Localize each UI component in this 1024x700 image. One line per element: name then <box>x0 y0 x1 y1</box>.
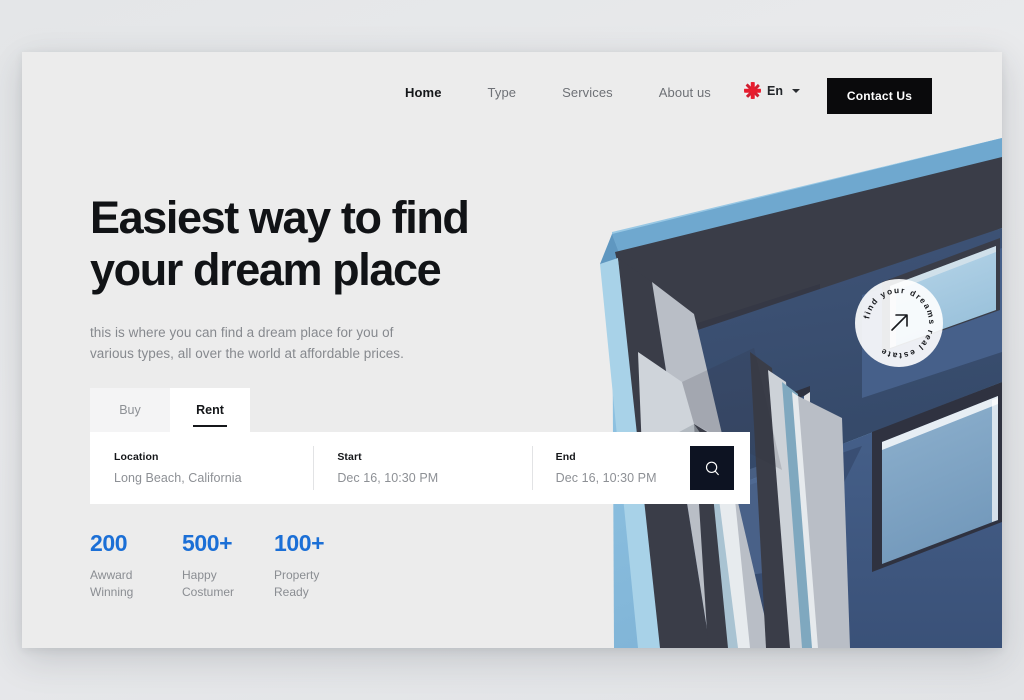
start-label: Start <box>337 451 362 463</box>
nav-item-services[interactable]: Services <box>539 85 636 100</box>
uk-flag-icon <box>744 82 761 99</box>
hero-section: Easiest way to find your dream place thi… <box>90 192 520 364</box>
stat-label: Happy Costumer <box>182 568 235 599</box>
tab-buy[interactable]: Buy <box>90 388 170 432</box>
page-card: Home Type Services About us En Contact U… <box>22 52 1002 648</box>
location-value: Long Beach, California <box>114 471 242 485</box>
contact-us-button[interactable]: Contact Us <box>827 78 932 114</box>
stat-number: 200 <box>90 530 128 556</box>
location-label: Location <box>114 451 159 463</box>
site-header: Home Type Services About us En Contact U… <box>22 52 1002 142</box>
language-label: En <box>767 83 783 98</box>
hero-subtitle: this is where you can find a dream place… <box>90 325 404 361</box>
stat-property-ready: 100+ Property Ready <box>274 530 366 601</box>
chevron-down-icon <box>791 88 800 93</box>
stats-row: 200 Awward Winning 500+ Happy Costumer 1… <box>90 530 366 601</box>
search-tabs: Buy Rent <box>90 388 250 432</box>
start-date-field[interactable]: Start Dec 16, 10:30 PM <box>313 446 531 490</box>
stat-happy-customer: 500+ Happy Costumer <box>182 530 274 601</box>
stat-label: Property Ready <box>274 568 320 599</box>
page-title: Easiest way to find your dream place <box>90 192 470 295</box>
nav-item-about-us[interactable]: About us <box>636 85 734 100</box>
arrow-up-right-icon <box>891 314 908 331</box>
search-widget: Buy Rent Location Long Beach, California… <box>90 388 750 504</box>
language-selector[interactable]: En <box>744 82 800 99</box>
stat-number: 500+ <box>182 530 233 556</box>
stat-label: Awward Winning <box>90 568 134 599</box>
stat-award-winning: 200 Awward Winning <box>90 530 182 601</box>
nav-item-home[interactable]: Home <box>382 85 465 100</box>
nav-item-type[interactable]: Type <box>465 85 540 100</box>
search-button[interactable] <box>690 446 734 490</box>
search-icon <box>705 461 719 475</box>
tab-rent[interactable]: Rent <box>170 388 250 432</box>
find-your-dreams-badge[interactable]: find your dreams real estate <box>855 279 943 367</box>
search-bar: Location Long Beach, California Start De… <box>90 432 750 504</box>
stat-number: 100+ <box>274 530 325 556</box>
main-navigation: Home Type Services About us <box>382 85 734 100</box>
start-value: Dec 16, 10:30 PM <box>337 471 439 485</box>
location-field[interactable]: Location Long Beach, California <box>90 446 313 490</box>
